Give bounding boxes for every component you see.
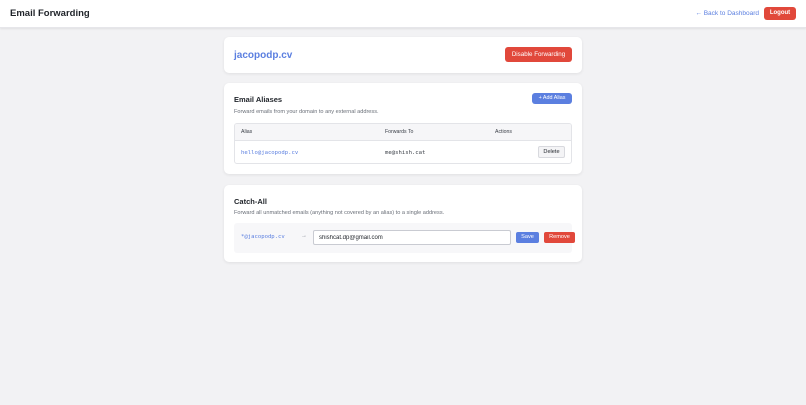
catchall-description: Forward all unmatched emails (anything n… (234, 210, 445, 216)
email-aliases-card: Email Aliases Forward emails from your d… (224, 83, 582, 174)
alias-address: hello@jacopodp.cv (241, 150, 299, 156)
aliases-title: Email Aliases (234, 95, 283, 104)
catchall-email-input[interactable] (313, 230, 511, 245)
column-header-actions: Actions (495, 129, 513, 135)
delete-alias-button[interactable]: Delete (538, 146, 565, 158)
table-header: Alias Forwards To Actions (235, 124, 571, 141)
disable-forwarding-button[interactable]: Disable Forwarding (505, 47, 572, 62)
catchall-row: *@jacopodp.cv → Save Remove (234, 223, 575, 253)
logout-button[interactable]: Logout (764, 7, 796, 20)
add-alias-button[interactable]: + Add Alias (532, 93, 572, 104)
page-title: Email Forwarding (10, 8, 90, 19)
catchall-pattern: *@jacopodp.cv (241, 234, 285, 240)
domain-card: jacopodp.cv Disable Forwarding (224, 37, 582, 73)
aliases-description: Forward emails from your domain to any e… (234, 109, 379, 115)
domain-name: jacopodp.cv (234, 50, 293, 61)
aliases-table: Alias Forwards To Actions hello@jacopodp… (234, 123, 572, 164)
column-header-forwards-to: Forwards To (385, 129, 414, 135)
back-to-dashboard-link[interactable]: ← Back to Dashboard (695, 10, 759, 17)
arrow-right-icon: → (301, 233, 307, 239)
top-bar: Email Forwarding ← Back to Dashboard Log… (0, 0, 806, 28)
table-row: hello@jacopodp.cv me@shish.cat Delete (235, 141, 571, 163)
catchall-title: Catch-All (234, 197, 267, 206)
forward-address: me@shish.cat (385, 150, 426, 156)
column-header-alias: Alias (241, 129, 253, 135)
remove-button[interactable]: Remove (544, 232, 575, 243)
save-button[interactable]: Save (516, 232, 539, 243)
catch-all-card: Catch-All Forward all unmatched emails (… (224, 185, 582, 262)
